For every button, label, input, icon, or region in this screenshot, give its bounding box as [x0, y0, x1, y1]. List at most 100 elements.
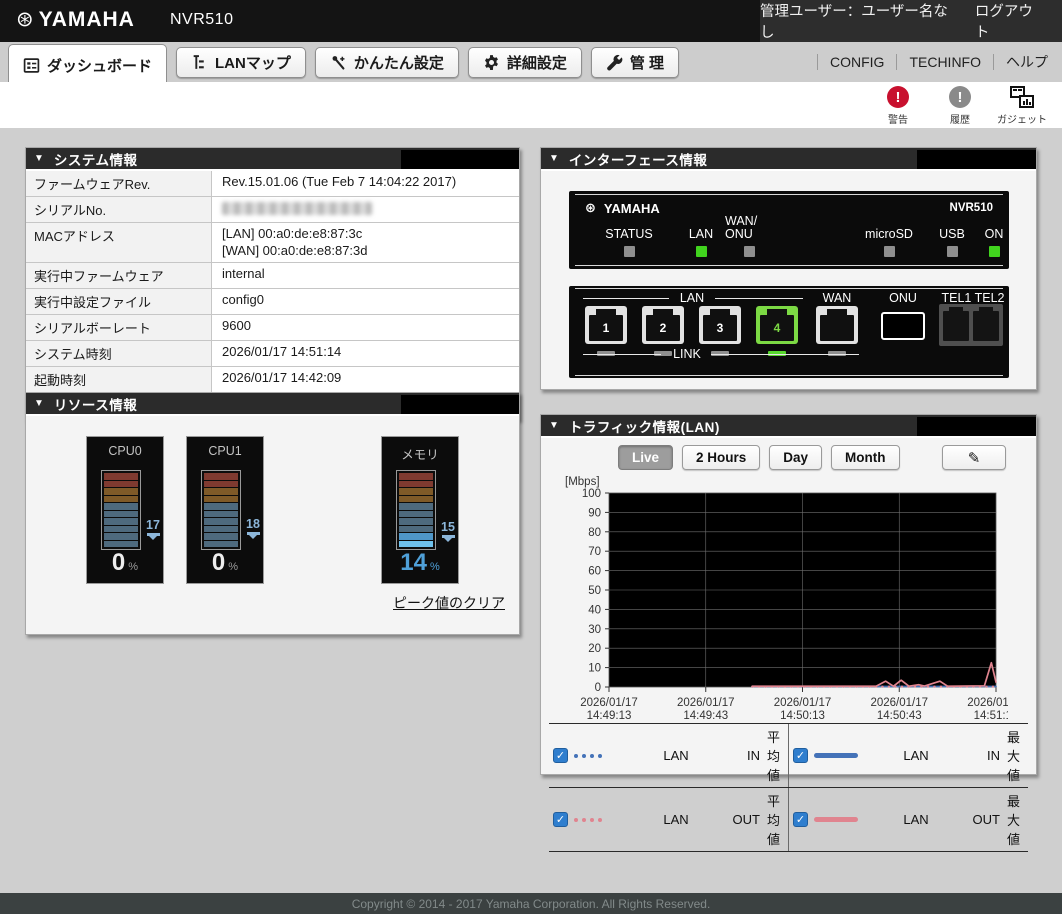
masked-serial-value	[222, 202, 372, 215]
toolbar-icon-gadget[interactable]: ガジェット	[997, 86, 1047, 126]
wrench-icon	[606, 54, 623, 71]
top-link-techinfo[interactable]: TECHINFO	[909, 54, 981, 70]
table-row: シリアルボーレート 9600	[26, 314, 519, 341]
row-value: internal	[222, 265, 265, 281]
led-indicator	[695, 246, 707, 257]
legend-text: 最大値	[1006, 730, 1020, 783]
model-name: NVR510	[170, 11, 234, 28]
tab-easy-setup[interactable]: かんたん設定	[314, 47, 459, 78]
tab-advanced-setup[interactable]: 詳細設定	[467, 47, 582, 78]
yamaha-logo: ⊛ YAMAHA	[16, 7, 135, 32]
front-model: NVR510	[949, 202, 993, 214]
svg-text:50: 50	[588, 585, 601, 597]
gauge-peak-value: 17	[146, 518, 160, 533]
gauge-value: 14%	[400, 549, 440, 576]
table-row: 実行中設定ファイル config0	[26, 288, 519, 315]
header-accent-block	[400, 395, 519, 414]
legend-checkbox[interactable]: ✓	[793, 748, 808, 763]
tab-label: ダッシュボード	[47, 58, 153, 75]
toolbar-icon-history[interactable]: ! 履歴	[938, 86, 982, 126]
legend-checkbox[interactable]: ✓	[793, 812, 808, 827]
gauge-title: CPU0	[108, 444, 142, 458]
legend-checkbox[interactable]: ✓	[553, 812, 568, 827]
range-button-month[interactable]: Month	[831, 445, 900, 470]
led-label: ON	[984, 227, 1004, 241]
tab-bar: ダッシュボード LANマップ かんたん設定 詳細設定 管 理 CONFIG TECHINF…	[0, 42, 1062, 84]
led-indicator	[946, 246, 958, 257]
collapse-arrow-icon[interactable]: ▼	[549, 153, 559, 164]
gauge-meter	[201, 470, 241, 550]
led-indicator	[623, 246, 635, 257]
device-front-panel: ⊛ YAMAHA NVR510 STATUS LAN WAN/ONU microSD USB O…	[569, 191, 1009, 269]
rear-wan-label: WAN	[822, 291, 852, 305]
divider	[896, 54, 898, 70]
collapse-arrow-icon[interactable]: ▼	[34, 153, 44, 164]
legend-text: 最大値	[1006, 794, 1020, 847]
top-link-config[interactable]: CONFIG	[830, 54, 884, 70]
tel-ports	[939, 304, 1003, 346]
table-row: シリアルNo.	[26, 197, 519, 224]
svg-text:2026/01/17: 2026/01/17	[870, 697, 928, 709]
traffic-chart: [Mbps] 0 10 20 30 40 50 60 70 80 90 100 2026/01/17 14…	[561, 471, 1025, 726]
resource-info-title: リソース情報	[53, 397, 138, 413]
copyright-text: Copyright © 2014 - 2017 Yamaha Corporati…	[351, 896, 711, 911]
row-label: シリアルボーレート	[26, 314, 212, 340]
legend-item-lan-in-max: ✓ LAN IN 最大値	[788, 724, 1028, 787]
range-button-2-hours[interactable]: 2 Hours	[682, 445, 761, 470]
table-row: 実行中ファームウェア internal	[26, 262, 519, 289]
system-info-header: ▼ システム情報	[26, 148, 519, 171]
tabs: ダッシュボード LANマップ かんたん設定 詳細設定 管 理	[8, 42, 680, 84]
device-rear-panel: LAN WAN ONU TEL1 TEL2 1 2 3 4 LINK	[569, 286, 1009, 378]
legend-item-lan-out-max: ✓ LAN OUT 最大値	[788, 788, 1028, 851]
row-label: 起動時刻	[26, 366, 212, 392]
svg-text:14:50:13: 14:50:13	[780, 710, 825, 721]
system-info-table: ファームウェアRev. Rev.15.01.06 (Tue Feb 7 14:04…	[26, 171, 519, 419]
interface-info-header: ▼ インターフェース情報	[541, 148, 1036, 171]
rear-link-label: LINK	[673, 347, 701, 361]
table-row: MACアドレス [LAN] 00:a0:de:e8:87:3c [WAN] 00:a…	[26, 223, 519, 263]
toolbar-icon-label: 履歴	[950, 115, 970, 126]
row-label: 実行中ファームウェア	[26, 262, 212, 288]
tab-lanmap[interactable]: LANマップ	[176, 47, 306, 78]
yamaha-logo-icon: ⊛	[16, 8, 34, 31]
collapse-arrow-icon[interactable]: ▼	[549, 420, 559, 431]
tab-label: 詳細設定	[506, 55, 567, 72]
svg-text:14:51:13: 14:51:13	[974, 710, 1008, 721]
lan-port-1: 1	[585, 306, 627, 344]
panel-traffic-info: ▼ トラフィック情報(LAN) Live 2 Hours Day Month ✎ [Mb…	[540, 414, 1037, 852]
tab-management[interactable]: 管 理	[590, 47, 680, 78]
legend-checkbox[interactable]: ✓	[553, 748, 568, 763]
tel1-port	[943, 307, 969, 341]
panel-system-info: ▼ システム情報 ファームウェアRev. Rev.15.01.06 (Tue Fe…	[25, 147, 520, 420]
range-button-day[interactable]: Day	[769, 445, 823, 470]
svg-text:90: 90	[588, 507, 601, 519]
legend-line-sample	[574, 753, 626, 758]
row-label: 実行中設定ファイル	[26, 288, 212, 314]
top-link-ヘルプ[interactable]: ヘルプ	[1006, 52, 1048, 72]
led-label: STATUS	[605, 227, 653, 241]
toolbar-icon-label: 警告	[888, 115, 908, 126]
front-led-wan-onu: WAN/ONU	[725, 215, 773, 257]
header-accent-block	[917, 150, 1036, 169]
dashboard-icon	[23, 57, 40, 74]
svg-text:40: 40	[588, 604, 601, 616]
logout-link[interactable]: ログアウト	[975, 0, 1044, 42]
gauge-cpu1: CPU1 18 0%	[186, 436, 264, 584]
tel2-port	[973, 307, 999, 341]
panel-resource-info: ▼ リソース情報 CPU0 17 0% CPU1 18 0% メモリ 15 14% ピーク値のク…	[25, 392, 520, 635]
led-label: LAN	[688, 227, 714, 241]
toolbar-icon-warning[interactable]: ! 警告	[876, 86, 920, 126]
legend-text: LAN	[663, 812, 689, 827]
clear-peak-link[interactable]: ピーク値のクリア	[393, 593, 505, 613]
legend-row: ✓ LAN IN 平均値 ✓ LAN IN 最大値	[549, 723, 1028, 787]
legend-text: 平均値	[766, 730, 780, 783]
collapse-arrow-icon[interactable]: ▼	[34, 398, 44, 409]
row-label: ファームウェアRev.	[26, 171, 212, 196]
tab-dashboard[interactable]: ダッシュボード	[8, 44, 168, 84]
pencil-icon[interactable]: ✎	[942, 445, 1006, 470]
yamaha-logo-icon: ⊛	[585, 200, 596, 215]
row-value: 2026/01/17 14:51:14	[222, 343, 342, 359]
top-links: CONFIG TECHINFO ヘルプ	[805, 42, 1048, 82]
svg-text:80: 80	[588, 527, 601, 539]
range-button-live[interactable]: Live	[618, 445, 674, 470]
